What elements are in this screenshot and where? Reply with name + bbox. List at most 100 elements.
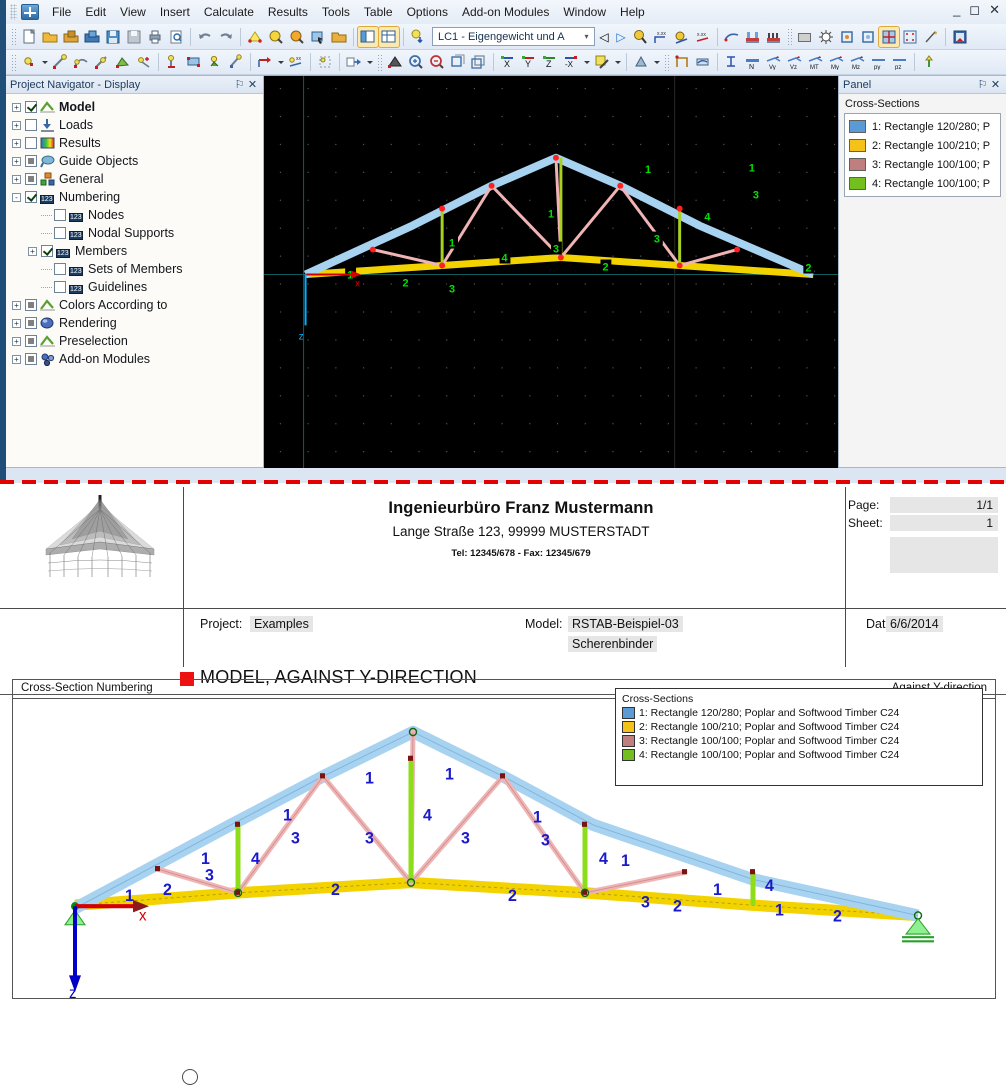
toolbar-grip-2[interactable] bbox=[787, 28, 792, 45]
open-file-icon[interactable] bbox=[40, 27, 60, 47]
undo-icon[interactable] bbox=[195, 27, 215, 47]
checkbox-nodal-supports[interactable] bbox=[54, 227, 66, 239]
menu-results[interactable]: Results bbox=[261, 2, 315, 22]
checkbox-guide-objects[interactable] bbox=[25, 155, 37, 167]
view-in-negative-x-icon[interactable]: -X bbox=[561, 52, 581, 72]
render-model-icon[interactable] bbox=[245, 27, 265, 47]
results-magnifier-icon[interactable] bbox=[630, 27, 650, 47]
line-support-icon[interactable] bbox=[184, 52, 204, 72]
new-set-of-members-icon[interactable] bbox=[92, 52, 112, 72]
show-table-icon[interactable] bbox=[378, 25, 400, 48]
navigator-item-guide-objects[interactable]: + Guide Objects bbox=[12, 152, 263, 170]
navigator-item-preselection[interactable]: + Preselection bbox=[12, 332, 263, 350]
expand-icon[interactable]: + bbox=[12, 336, 21, 346]
render-mode-icon[interactable] bbox=[592, 52, 612, 72]
new-node-dropdown[interactable] bbox=[40, 52, 49, 72]
nodal-load-icon[interactable] bbox=[255, 52, 275, 72]
expand-icon[interactable]: + bbox=[12, 102, 21, 112]
visibility-icon[interactable] bbox=[631, 52, 651, 72]
bending-moment-mz-icon[interactable]: Mz bbox=[848, 52, 868, 72]
work-plane-icon[interactable] bbox=[878, 25, 900, 48]
navigator-item-numbering[interactable]: - 123 Numbering bbox=[12, 188, 263, 206]
menu-add-on-modules[interactable]: Add-on Modules bbox=[455, 2, 556, 22]
save-icon[interactable] bbox=[103, 27, 123, 47]
model-viewport[interactable]: 1 1 1 1 1 2 2 2 3 3 3 3 4 4 bbox=[264, 75, 838, 468]
expand-icon[interactable]: + bbox=[12, 300, 21, 310]
expand-icon[interactable]: + bbox=[28, 246, 37, 256]
navigator-item-guidelines[interactable]: 123 Guidelines bbox=[12, 278, 263, 296]
menu-calculate[interactable]: Calculate bbox=[197, 2, 261, 22]
toolbar-grip-5[interactable] bbox=[664, 53, 669, 71]
deformation-result-icon[interactable] bbox=[919, 52, 939, 72]
zoom-out-icon[interactable] bbox=[427, 52, 447, 72]
navigator-item-nodes[interactable]: 123 Nodes bbox=[12, 206, 263, 224]
navigator-item-add-on-modules[interactable]: + Add-on Modules bbox=[12, 350, 263, 368]
render-mode-dropdown[interactable] bbox=[613, 52, 622, 72]
nodal-load-dropdown[interactable] bbox=[276, 52, 285, 72]
new-grid-icon[interactable] bbox=[315, 52, 335, 72]
menu-insert[interactable]: Insert bbox=[153, 2, 197, 22]
cross-section-list[interactable]: 1: Rectangle 120/280; P 2: Rectangle 100/… bbox=[844, 113, 1001, 197]
menu-file[interactable]: File bbox=[45, 2, 78, 22]
menu-help[interactable]: Help bbox=[613, 2, 652, 22]
chevron-down-icon[interactable]: ▾ bbox=[581, 32, 592, 41]
collapse-icon[interactable]: - bbox=[12, 192, 21, 202]
menu-grip[interactable] bbox=[10, 4, 17, 20]
navigator-item-colors-according-to[interactable]: + Colors According to bbox=[12, 296, 263, 314]
load-case-icon[interactable] bbox=[408, 27, 428, 47]
checkbox-guidelines[interactable] bbox=[54, 281, 66, 293]
expand-icon[interactable]: + bbox=[12, 174, 21, 184]
menu-table[interactable]: Table bbox=[357, 2, 400, 22]
zoom-model-icon[interactable] bbox=[266, 27, 286, 47]
navigator-item-sets-of-members[interactable]: 123 Sets of Members bbox=[12, 260, 263, 278]
close-icon[interactable]: ✕ bbox=[989, 2, 1000, 18]
view-direction-dropdown[interactable] bbox=[582, 52, 591, 72]
checkbox-model[interactable] bbox=[25, 101, 37, 113]
navigator-item-results[interactable]: + Results bbox=[12, 134, 263, 152]
view-in-y-icon[interactable]: Y bbox=[519, 52, 539, 72]
expand-icon[interactable]: + bbox=[12, 354, 21, 364]
guideline-icon[interactable] bbox=[921, 27, 941, 47]
grid-snap-icon[interactable] bbox=[900, 27, 920, 47]
expand-icon[interactable]: + bbox=[12, 156, 21, 166]
checkbox-members[interactable] bbox=[41, 245, 53, 257]
result-scale-icon[interactable] bbox=[722, 52, 742, 72]
bending-moment-my-icon[interactable]: My bbox=[827, 52, 847, 72]
zoom-all-icon[interactable] bbox=[448, 52, 468, 72]
zoom-window-icon[interactable] bbox=[287, 27, 307, 47]
new-surface-icon[interactable] bbox=[113, 52, 133, 72]
new-member-icon[interactable] bbox=[50, 52, 70, 72]
checkbox-nodes[interactable] bbox=[54, 209, 66, 221]
new-line-icon[interactable] bbox=[71, 52, 91, 72]
support-forces-icon[interactable] bbox=[764, 27, 784, 47]
calculation-diagram-icon[interactable] bbox=[693, 52, 713, 72]
snap-settings-icon[interactable] bbox=[816, 27, 836, 47]
load-pz-icon[interactable]: pz bbox=[890, 52, 910, 72]
print-icon[interactable] bbox=[145, 27, 165, 47]
new-file-icon[interactable] bbox=[19, 27, 39, 47]
view-in-z-icon[interactable]: Z bbox=[540, 52, 560, 72]
zoom-in-icon[interactable] bbox=[406, 52, 426, 72]
next-load-case-button[interactable]: ▷ bbox=[613, 30, 629, 44]
checkbox-general[interactable] bbox=[25, 173, 37, 185]
shear-force-vy-icon[interactable]: Vy bbox=[764, 52, 784, 72]
navigator-item-rendering[interactable]: + Rendering bbox=[12, 314, 263, 332]
open-project-icon[interactable] bbox=[61, 27, 81, 47]
open-model-icon[interactable] bbox=[82, 27, 102, 47]
cross-section-row[interactable]: 2: Rectangle 100/210; P bbox=[845, 136, 1000, 155]
close-icon[interactable]: ✕ bbox=[246, 78, 259, 91]
cross-section-row[interactable]: 1: Rectangle 120/280; P bbox=[845, 117, 1000, 136]
navigator-item-nodal-supports[interactable]: 123 Nodal Supports bbox=[12, 224, 263, 242]
cross-section-row[interactable]: 3: Rectangle 100/100; P bbox=[845, 155, 1000, 174]
previous-view-icon[interactable] bbox=[469, 52, 489, 72]
export-dropdown[interactable] bbox=[365, 52, 374, 72]
navigator-item-model[interactable]: + Model bbox=[12, 98, 263, 116]
navigator-item-loads[interactable]: + Loads bbox=[12, 116, 263, 134]
close-icon[interactable]: ✕ bbox=[989, 78, 1002, 91]
menu-window[interactable]: Window bbox=[556, 2, 613, 22]
redo-icon[interactable] bbox=[216, 27, 236, 47]
load-case-combo[interactable]: LC1 - Eigengewicht und A ▾ bbox=[432, 27, 595, 46]
expand-icon[interactable]: + bbox=[12, 318, 21, 328]
open-folder-icon[interactable] bbox=[329, 27, 349, 47]
torsional-moment-mt-icon[interactable]: MT bbox=[806, 52, 826, 72]
